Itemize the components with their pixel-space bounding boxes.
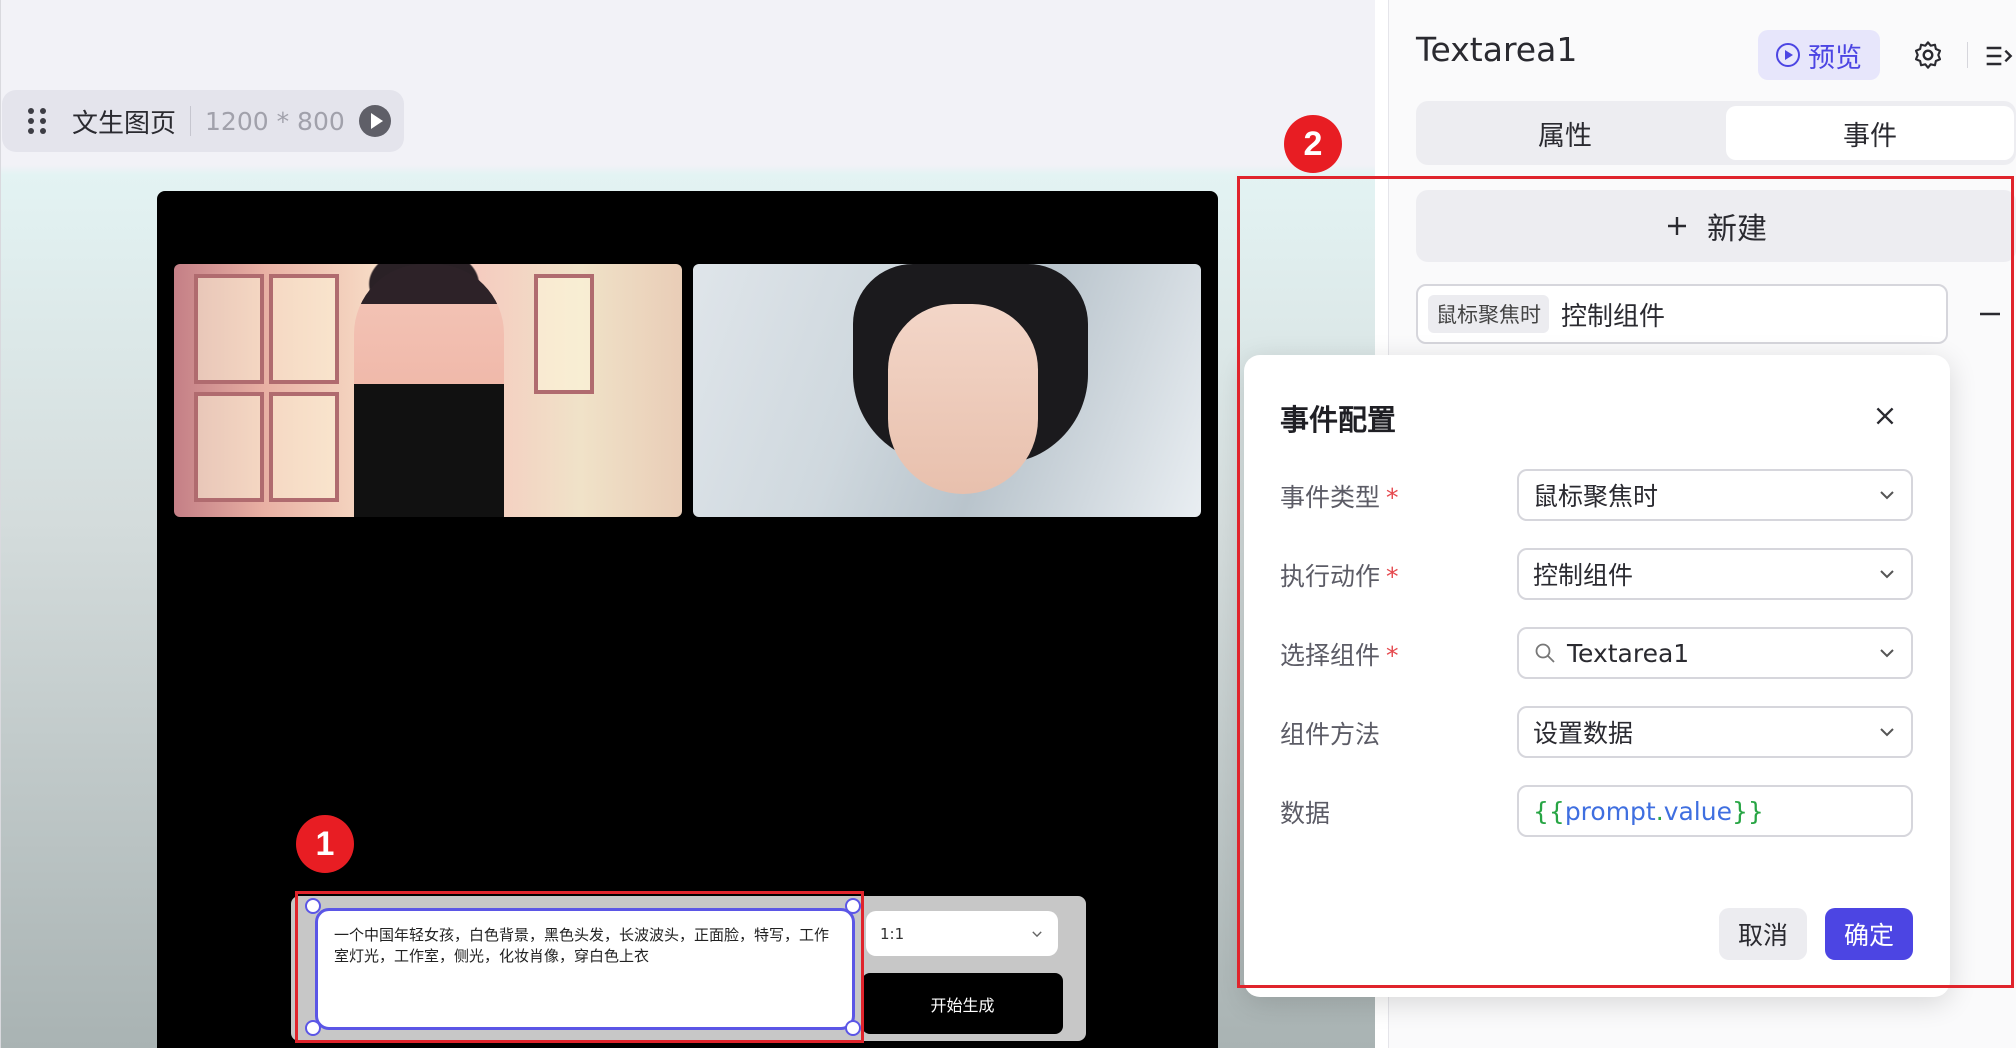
ratio-value: 1:1 [880,924,905,943]
anime-figure [354,264,504,517]
chevron-down-icon [1032,930,1042,937]
page-tag[interactable]: 文生图页 1200 * 800 [2,90,404,152]
divider [190,106,192,136]
play-icon[interactable] [358,105,391,137]
settings-icon[interactable] [1912,39,1944,71]
ratio-select[interactable]: 1:1 [866,911,1058,956]
page-name: 文生图页 [72,108,177,139]
annotation-marker-1: 1 [296,815,354,873]
divider [1967,42,1968,68]
window-decor [534,274,594,394]
window-decor [269,274,339,384]
highlight-box-2 [1237,176,2014,988]
page-size: 1200 * 800 [205,106,345,136]
highlight-box-1 [295,891,864,1043]
component-title: Textarea1 [1416,30,1578,69]
collapse-panel-icon[interactable] [1984,40,2016,72]
window-decor [269,392,339,502]
generate-button[interactable]: 开始生成 [862,973,1063,1034]
window-decor [194,392,264,502]
window-decor [194,274,264,384]
preview-button[interactable]: 预览 [1758,30,1880,80]
preview-label: 预览 [1808,42,1862,74]
portrait-image [693,264,1201,517]
annotation-marker-2: 2 [1284,115,1342,173]
drag-handle-icon[interactable] [28,108,46,134]
tab-events[interactable]: 事件 [1726,106,2014,160]
anime-girl-image [174,264,682,517]
portrait-face [888,304,1038,494]
play-circle-icon [1776,43,1800,67]
tab-properties[interactable]: 属性 [1420,106,1710,160]
